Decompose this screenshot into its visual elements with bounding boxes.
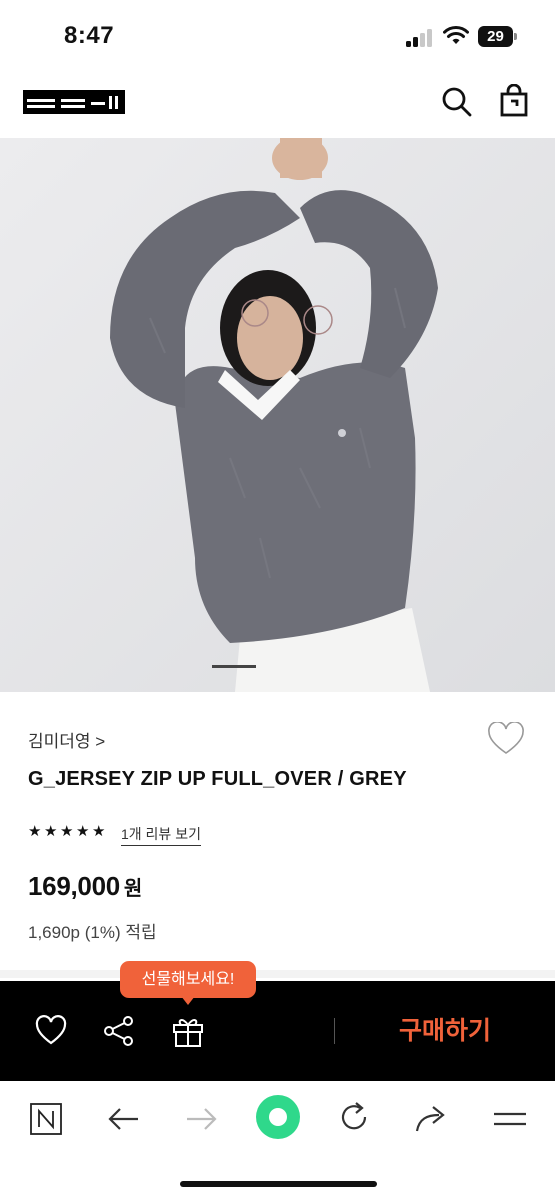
star-icon: ★ [28,823,42,840]
forward-arrow-icon[interactable] [181,1099,221,1139]
reload-icon[interactable] [334,1099,374,1139]
product-photo [0,138,555,692]
status-bar: 8:47 29 [0,0,555,70]
wifi-icon [443,26,469,44]
review-link[interactable]: 1개 리뷰 보기 [121,824,201,846]
share-arrow-icon[interactable] [411,1099,451,1139]
purchase-action-bar: 구매하기 [0,981,555,1081]
tooltip-arrow [181,996,195,1005]
points-info: 1,690p (1%) 적립 [28,923,157,942]
menu-icon[interactable] [490,1099,530,1139]
shopping-bag-icon[interactable] [498,84,532,118]
app-header [0,70,555,138]
heart-icon[interactable] [34,1014,68,1048]
star-icon: ★ [76,823,90,840]
home-indicator [180,1181,377,1187]
green-dot-icon[interactable] [254,1093,302,1141]
browser-toolbar [0,1081,555,1200]
section-divider [0,970,555,978]
price-unit: 원 [123,878,143,900]
status-time: 8:47 [64,22,115,49]
wishlist-heart-icon[interactable] [487,722,525,756]
product-image[interactable] [0,138,555,692]
brand-logo[interactable] [23,90,125,114]
back-arrow-icon[interactable] [104,1099,144,1139]
signal-icon [406,29,434,47]
brand-link[interactable]: 김미더영 > [28,727,105,752]
star-icon: ★ [92,823,106,840]
battery-level: 29 [478,26,513,47]
star-icon: ★ [60,823,74,840]
share-icon[interactable] [102,1014,136,1048]
battery-icon: 29 [478,26,518,47]
carousel-indicator [212,665,256,668]
product-name: G_JERSEY ZIP UP FULL_OVER / GREY [28,768,407,790]
gift-icon[interactable] [171,1014,205,1048]
gift-tooltip[interactable]: 선물해보세요! [120,961,256,998]
star-icon: ★ [44,823,58,840]
price: 169,000 원 [28,871,142,902]
buy-button[interactable]: 구매하기 [360,1001,530,1061]
search-icon[interactable] [439,84,473,118]
naver-home-icon[interactable] [26,1099,66,1139]
action-separator [334,1018,335,1044]
price-value: 169,000 [28,871,120,901]
